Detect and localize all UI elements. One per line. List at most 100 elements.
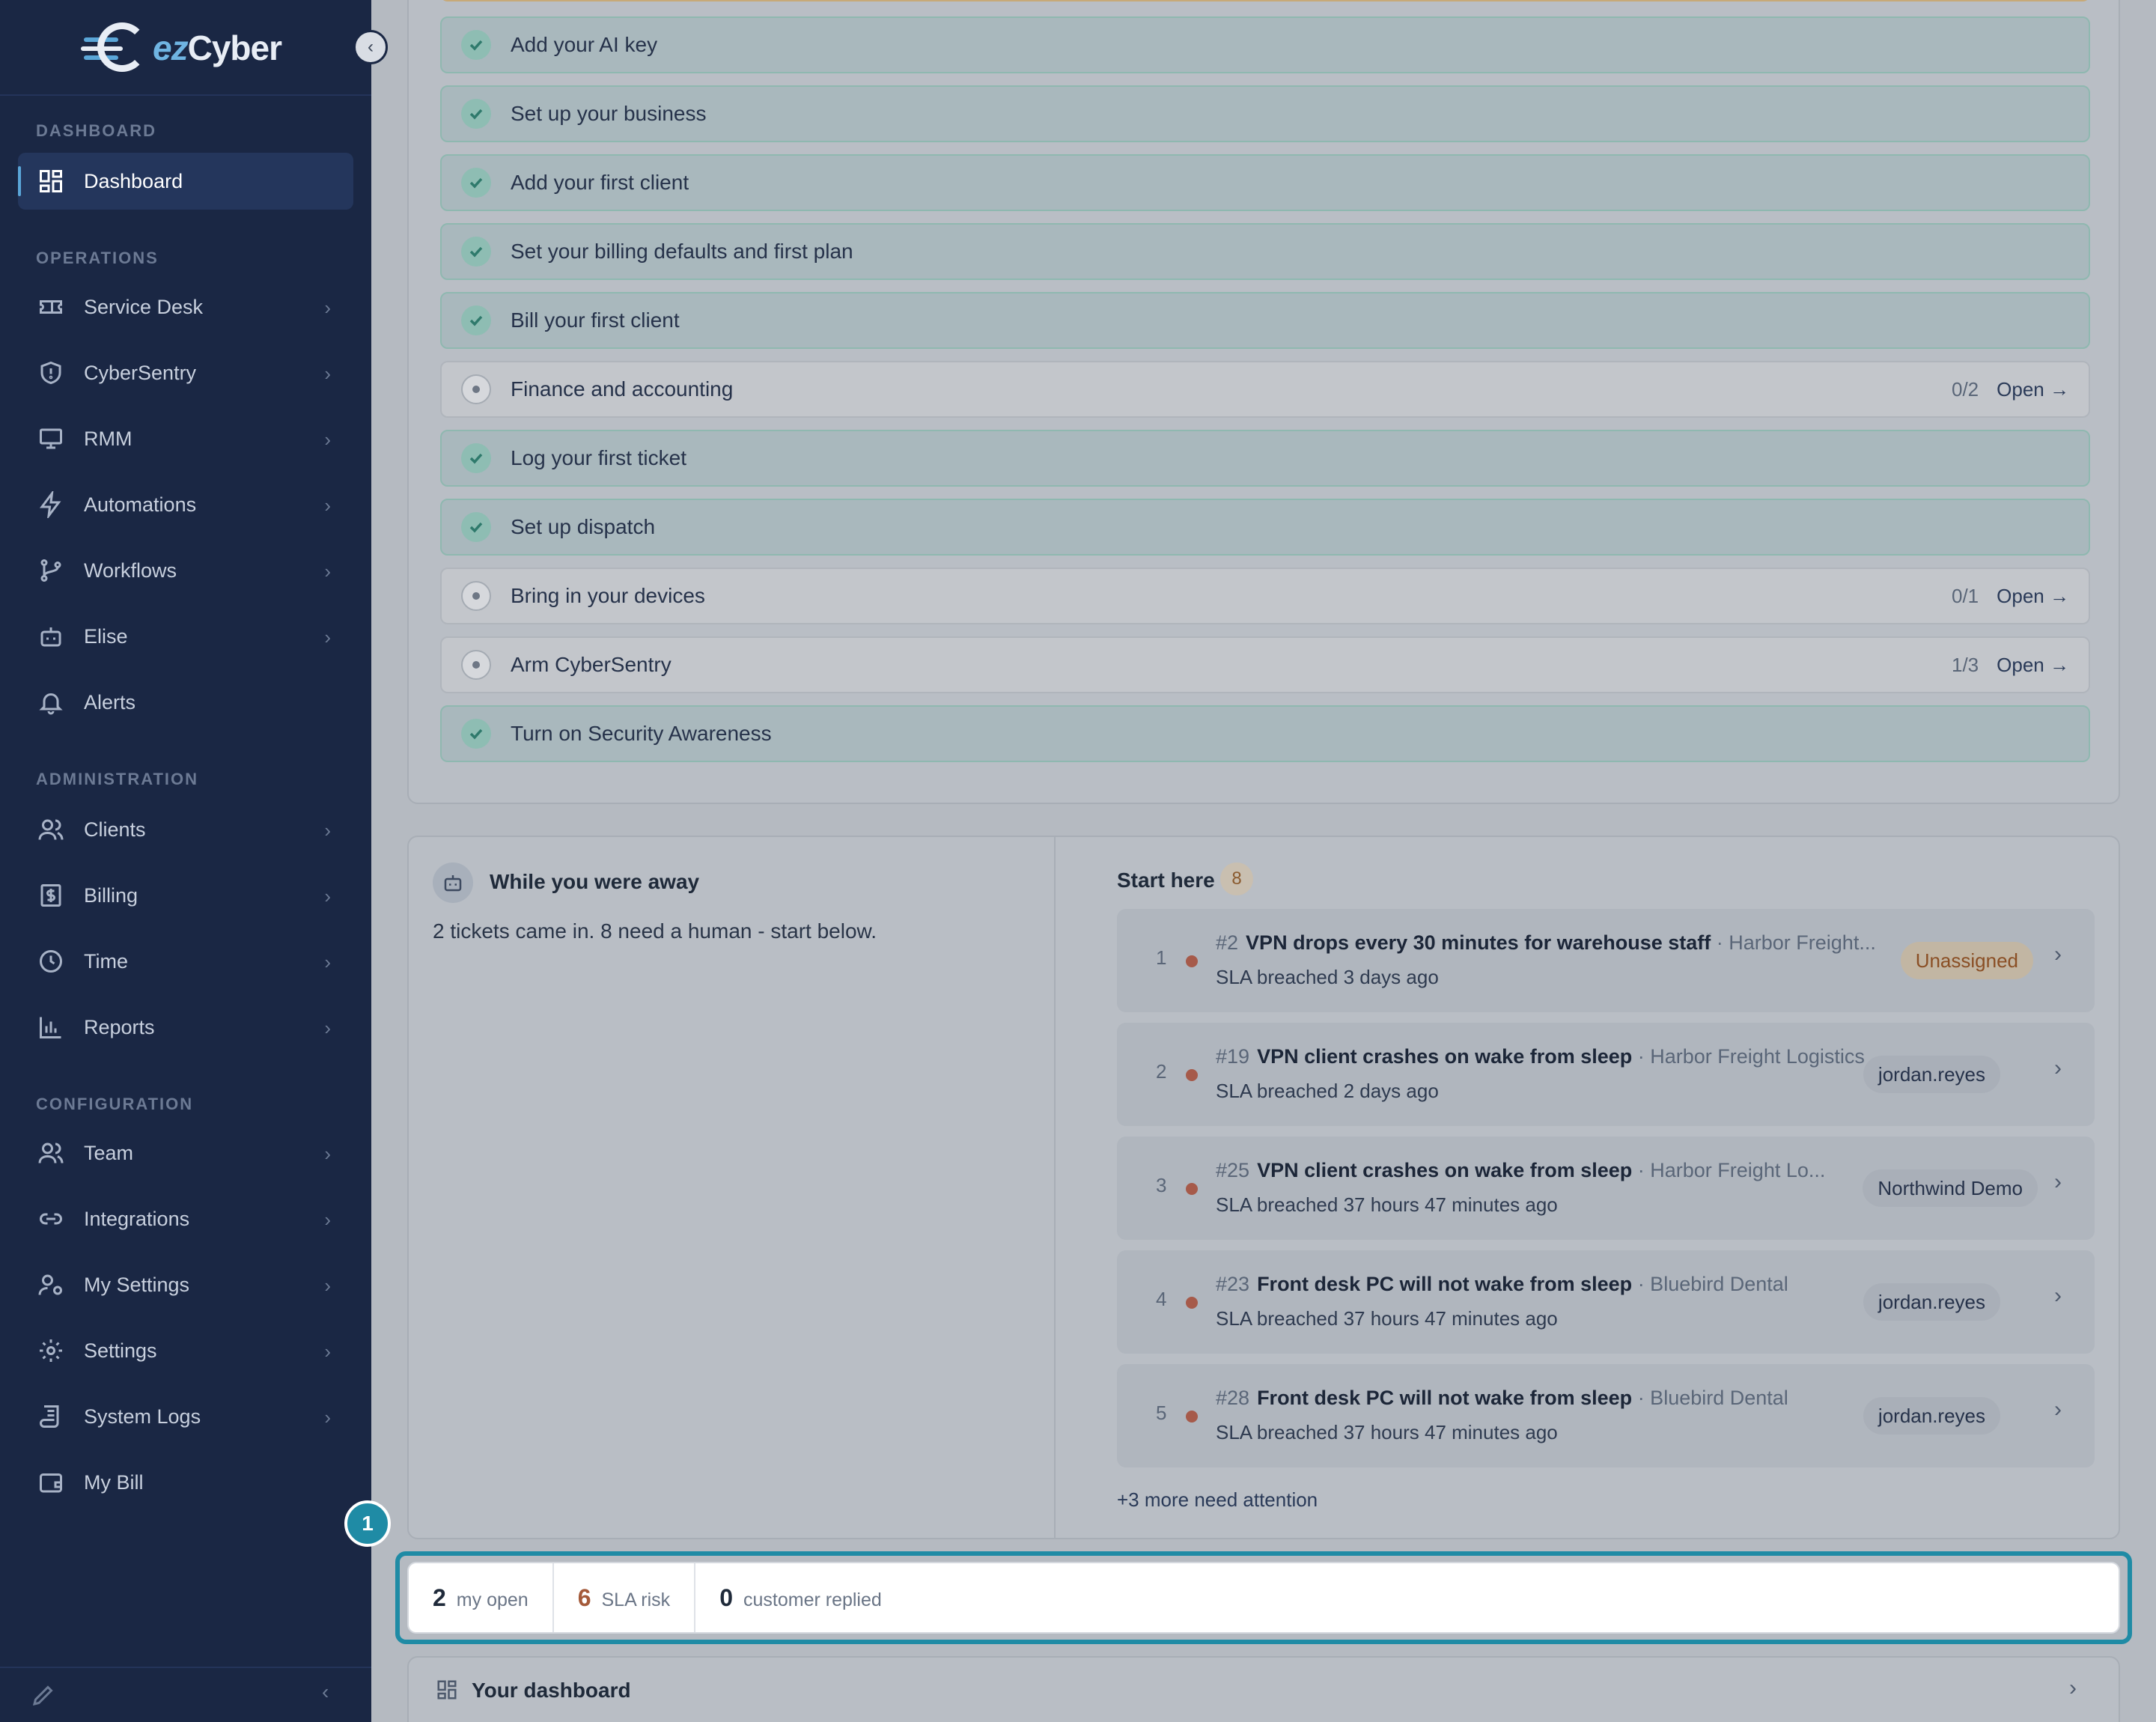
ticket-title: VPN client crashes on wake from sleep xyxy=(1257,1045,1633,1068)
sidebar-item-alerts[interactable]: Alerts xyxy=(18,674,353,731)
chevron-right-icon: › xyxy=(324,296,331,319)
checklist-label: Arm CyberSentry xyxy=(511,653,672,676)
sidebar-item-label: CyberSentry xyxy=(84,361,197,384)
sidebar-item-rmm[interactable]: RMM › xyxy=(18,410,353,467)
ticket-id: #28 xyxy=(1216,1387,1250,1409)
pending-dot-icon xyxy=(461,650,491,680)
checklist-label: Turn on Security Awareness xyxy=(511,722,772,745)
section-label-dashboard: DASHBOARD xyxy=(36,121,156,140)
logo-text: ezCyber xyxy=(153,28,282,67)
ticket-row[interactable]: 4 #23 Front desk PC will not wake from sle… xyxy=(1117,1250,2095,1354)
sidebar-divider xyxy=(0,94,371,96)
gear-icon xyxy=(36,1336,66,1366)
ticket-assignee-badge[interactable]: jordan.reyes xyxy=(1863,1397,2000,1435)
sla-breach-dot-icon xyxy=(1186,955,1198,967)
section-label-configuration: CONFIGURATION xyxy=(36,1095,194,1113)
collapse-sidebar-button[interactable]: ‹ xyxy=(353,30,388,64)
checklist-open-link[interactable]: Open → xyxy=(1997,654,2069,677)
checklist-open-link[interactable]: Open → xyxy=(1997,585,2069,608)
chevron-right-icon: › xyxy=(324,362,331,385)
sidebar-item-elise[interactable]: Elise › xyxy=(18,608,353,665)
ticket-title: VPN drops every 30 minutes for warehouse… xyxy=(1246,931,1711,954)
checklist-row[interactable]: Bring in your devices 0/1 Open → xyxy=(440,568,2090,624)
ticket-row[interactable]: 1 #2 VPN drops every 30 minutes for wareho… xyxy=(1117,909,2095,1012)
ticket-sla-status: SLA breached 3 days ago xyxy=(1216,966,1439,988)
sidebar-item-cybersentry[interactable]: CyberSentry › xyxy=(18,344,353,401)
ticket-client: · Harbor Freight Logistics xyxy=(1637,1045,1865,1068)
chevron-right-icon: › xyxy=(324,885,331,907)
sidebar-item-team[interactable]: Team › xyxy=(18,1125,353,1181)
chevron-right-icon[interactable]: › xyxy=(2069,1676,2077,1701)
ticket-id: #25 xyxy=(1216,1159,1250,1181)
stat-sla-risk[interactable]: 6 SLA risk xyxy=(554,1563,696,1632)
ticket-client: · Harbor Freight... xyxy=(1716,931,1876,954)
sla-breach-dot-icon xyxy=(1186,1069,1198,1081)
checklist-row: Set your billing defaults and first plan xyxy=(440,223,2090,280)
stat-value: 0 xyxy=(719,1584,733,1611)
open-link-label: Open xyxy=(1997,584,2044,607)
sidebar-item-label: Team xyxy=(84,1141,134,1164)
sidebar-item-reports[interactable]: Reports › xyxy=(18,999,353,1056)
ticket-sla-status: SLA breached 2 days ago xyxy=(1216,1080,1439,1102)
sidebar-item-settings[interactable]: Settings › xyxy=(18,1322,353,1379)
sidebar-item-my-bill[interactable]: My Bill xyxy=(18,1454,353,1511)
chevron-right-icon: › xyxy=(324,819,331,842)
link-icon xyxy=(36,1204,66,1234)
chevron-right-icon: › xyxy=(2054,942,2062,967)
sidebar-item-time[interactable]: Time › xyxy=(18,933,353,990)
brand-logo[interactable]: ezCyber xyxy=(81,19,282,76)
stat-my-open[interactable]: 2 my open xyxy=(409,1563,554,1632)
chevron-right-icon: › xyxy=(2054,1169,2062,1194)
stat-customer-replied[interactable]: 0 customer replied xyxy=(695,1563,906,1632)
shield-icon xyxy=(36,358,66,388)
sidebar-item-dashboard[interactable]: Dashboard xyxy=(18,153,353,210)
checklist-label: Add your first client xyxy=(511,171,689,194)
scroll-icon xyxy=(36,1402,66,1432)
open-link-label: Open xyxy=(1997,653,2044,676)
checklist-row[interactable]: Finance and accounting 0/2 Open → xyxy=(440,361,2090,418)
ticket-row[interactable]: 5 #28 Front desk PC will not wake from sle… xyxy=(1117,1364,2095,1467)
sidebar-item-workflows[interactable]: Workflows › xyxy=(18,542,353,599)
sidebar-item-integrations[interactable]: Integrations › xyxy=(18,1190,353,1247)
open-link-label: Open xyxy=(1997,377,2044,401)
checklist-row[interactable]: Arm CyberSentry 1/3 Open → xyxy=(440,636,2090,693)
sidebar-item-automations[interactable]: Automations › xyxy=(18,476,353,533)
ticket-assignee-badge[interactable]: Northwind Demo xyxy=(1863,1169,2038,1207)
sidebar-item-label: Settings xyxy=(84,1339,157,1362)
ticket-row[interactable]: 3 #25 VPN client crashes on wake from slee… xyxy=(1117,1137,2095,1240)
stat-label: customer replied xyxy=(743,1589,882,1610)
robot-icon xyxy=(36,621,66,651)
sidebar-item-service-desk[interactable]: Service Desk › xyxy=(18,279,353,335)
pencil-icon[interactable] xyxy=(30,1682,57,1709)
collapse-sidebar-chevron-icon[interactable]: ‹ xyxy=(322,1680,329,1704)
your-dashboard-card[interactable] xyxy=(407,1656,2120,1722)
sidebar-item-billing[interactable]: Billing › xyxy=(18,867,353,924)
ticket-client: · Bluebird Dental xyxy=(1637,1273,1788,1295)
checklist-count: 0/1 xyxy=(1952,584,1979,607)
ticket-headline: #25 VPN client crashes on wake from sleep… xyxy=(1216,1159,1825,1182)
ticket-assignee-badge[interactable]: Unassigned xyxy=(1900,942,2033,979)
sidebar-item-system-logs[interactable]: System Logs › xyxy=(18,1388,353,1445)
sidebar-item-my-settings[interactable]: My Settings › xyxy=(18,1256,353,1313)
away-summary: 2 tickets came in. 8 need a human - star… xyxy=(433,919,877,943)
more-need-attention-link[interactable]: +3 more need attention xyxy=(1117,1488,1318,1512)
ticket-rank: 3 xyxy=(1156,1174,1167,1196)
checklist-open-link[interactable]: Open → xyxy=(1997,378,2069,401)
ticket-id: #2 xyxy=(1216,931,1239,954)
chevron-right-icon: › xyxy=(324,1340,331,1363)
branch-icon xyxy=(36,556,66,585)
ticket-assignee-badge[interactable]: jordan.reyes xyxy=(1863,1283,2000,1321)
ticket-assignee-badge[interactable]: jordan.reyes xyxy=(1863,1056,2000,1093)
sla-breach-dot-icon xyxy=(1186,1183,1198,1195)
sidebar-item-clients[interactable]: Clients › xyxy=(18,801,353,858)
sidebar-item-label: Clients xyxy=(84,818,146,841)
stat-value: 2 xyxy=(433,1584,446,1611)
chevron-right-icon: › xyxy=(324,1017,331,1039)
away-title: While you were away xyxy=(490,870,700,893)
chevron-right-icon: › xyxy=(324,428,331,451)
chevron-right-icon: › xyxy=(324,626,331,648)
ticket-row[interactable]: 2 #19 VPN client crashes on wake from slee… xyxy=(1117,1023,2095,1126)
chevron-right-icon: › xyxy=(324,951,331,973)
check-icon xyxy=(461,237,491,267)
checklist-row: Set up dispatch xyxy=(440,499,2090,556)
